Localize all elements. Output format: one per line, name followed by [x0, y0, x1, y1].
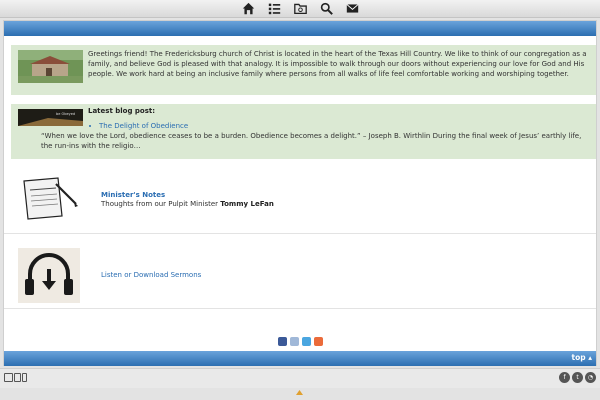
delicious-share-icon[interactable]: [290, 337, 299, 346]
church-building-image: [18, 50, 83, 83]
sermons-link[interactable]: Listen or Download Sermons: [101, 271, 201, 279]
welcome-section: Greetings friend! The Fredericksburg chu…: [11, 45, 596, 95]
page-frame: Greetings friend! The Fredericksburg chu…: [3, 20, 597, 366]
blog-excerpt: “When we love the Lord, obedience ceases…: [41, 132, 582, 150]
search-icon[interactable]: [317, 1, 335, 17]
ministers-notes-image[interactable]: [18, 176, 80, 221]
minister-name: Tommy LeFan: [220, 200, 274, 208]
twitter-share-icon[interactable]: [302, 337, 311, 346]
facebook-share-icon[interactable]: [278, 337, 287, 346]
footer-bar: top ▴: [4, 351, 596, 366]
device-view-switcher: [4, 373, 27, 382]
ministers-notes-subtitle-text: Thoughts from our Pulpit Minister: [101, 200, 219, 208]
site-logo-icon: [296, 390, 303, 395]
headphones-image[interactable]: [18, 248, 80, 303]
blog-thumbnail[interactable]: be Obeyed: [18, 109, 83, 126]
blog-section: be Obeyed Latest blog post: The Delight …: [11, 104, 596, 159]
top-toolbar: [0, 0, 600, 18]
blog-thumb-caption: be Obeyed: [56, 112, 75, 116]
top-label: top: [571, 353, 586, 362]
mail-icon[interactable]: [343, 1, 361, 17]
bottom-bar: f t ◔: [0, 368, 600, 388]
desktop-view-icon[interactable]: [4, 373, 13, 382]
stumbleupon-share-icon[interactable]: [314, 337, 323, 346]
ministers-notes-section: Minister's Notes Thoughts from our Pulpi…: [11, 168, 596, 228]
blog-post-list: The Delight of Obedience: [89, 122, 188, 130]
share-icons: [278, 337, 323, 346]
twitter-icon[interactable]: t: [572, 372, 583, 383]
mobile-view-icon[interactable]: [22, 373, 27, 382]
ministers-notes-subtitle: Thoughts from our Pulpit Minister Tommy …: [101, 200, 274, 208]
footer-social-icons: f t ◔: [559, 372, 596, 383]
header-bar: [4, 21, 596, 36]
list-icon[interactable]: [265, 1, 283, 17]
facebook-icon[interactable]: f: [559, 372, 570, 383]
welcome-text: Greetings friend! The Fredericksburg chu…: [88, 50, 587, 78]
folder-icon[interactable]: [291, 1, 309, 17]
tablet-view-icon[interactable]: [14, 373, 21, 382]
blog-heading: Latest blog post:: [88, 107, 156, 115]
rss-icon[interactable]: ◔: [585, 372, 596, 383]
home-icon[interactable]: [239, 1, 257, 17]
sermons-section: Listen or Download Sermons: [11, 240, 596, 303]
blog-post-link[interactable]: The Delight of Obedience: [89, 122, 188, 130]
section-divider: [4, 233, 596, 234]
back-to-top-link[interactable]: top ▴: [572, 353, 593, 362]
ministers-notes-link[interactable]: Minister's Notes: [101, 191, 165, 199]
section-divider: [4, 308, 596, 309]
